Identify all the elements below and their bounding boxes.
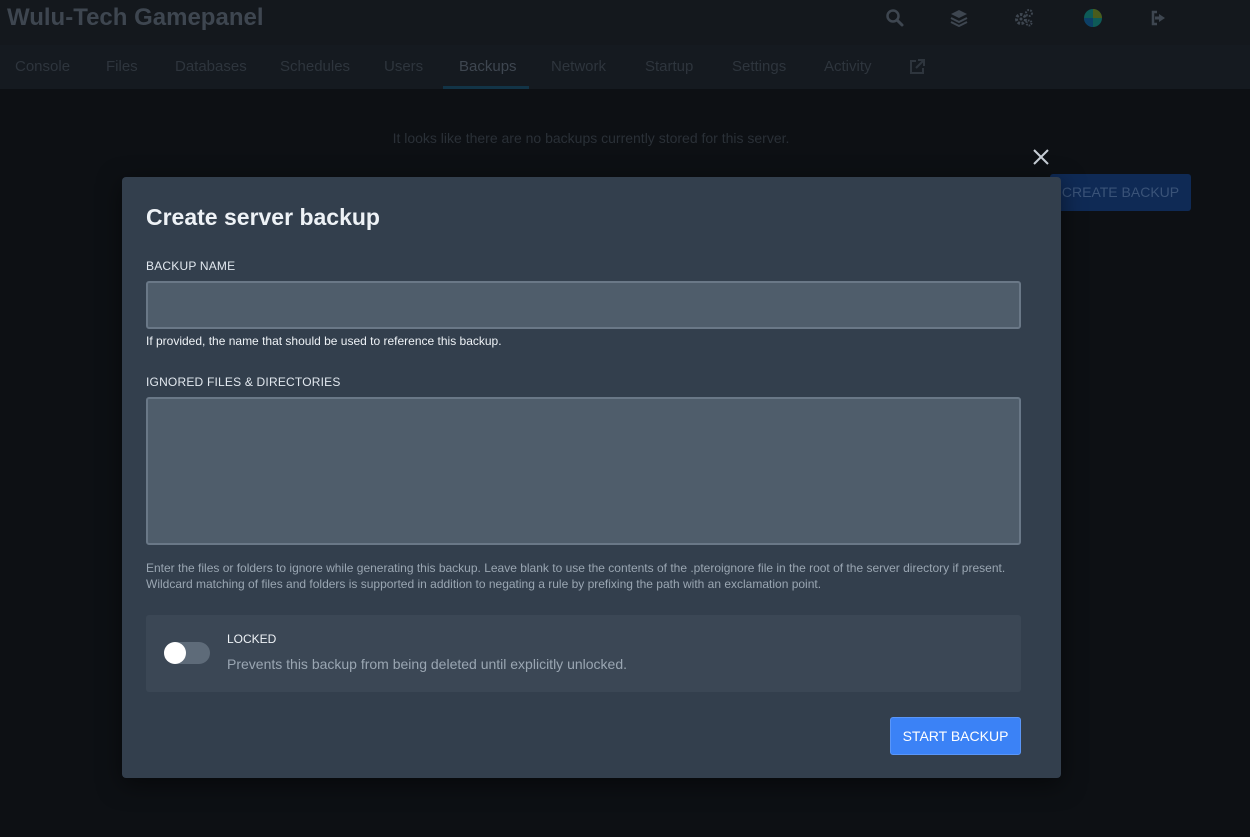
locked-toggle[interactable] [164, 642, 210, 664]
avatar[interactable] [1083, 8, 1103, 28]
ignored-files-textarea[interactable] [146, 397, 1021, 545]
empty-backups-message: It looks like there are no backups curre… [392, 130, 790, 146]
tab-startup[interactable]: Startup [645, 45, 693, 89]
close-icon[interactable] [1030, 146, 1052, 168]
locked-label: LOCKED [227, 632, 277, 646]
locked-description: Prevents this backup from being deleted … [227, 656, 627, 672]
tab-console[interactable]: Console [15, 45, 70, 89]
backup-name-label: BACKUP NAME [146, 259, 236, 273]
tab-settings[interactable]: Settings [732, 45, 786, 89]
tab-backups[interactable]: Backups [459, 45, 517, 89]
tab-activity[interactable]: Activity [824, 45, 872, 89]
cogs-icon[interactable] [1014, 8, 1034, 28]
layers-icon[interactable] [949, 8, 969, 28]
tab-databases[interactable]: Databases [175, 45, 247, 89]
tab-schedules[interactable]: Schedules [280, 45, 350, 89]
modal-title: Create server backup [146, 204, 380, 230]
sign-out-icon[interactable] [1149, 8, 1169, 28]
start-backup-button[interactable]: START BACKUP [890, 717, 1021, 755]
active-tab-indicator [443, 86, 529, 89]
tab-users[interactable]: Users [384, 45, 423, 89]
server-subnav: Console Files Databases Schedules Users … [0, 45, 1250, 89]
search-icon[interactable] [885, 8, 905, 28]
create-backup-modal: Create server backup BACKUP NAME If prov… [122, 177, 1061, 778]
create-backup-button[interactable]: CREATE BACKUP [1050, 174, 1191, 211]
ignored-files-label: IGNORED FILES & DIRECTORIES [146, 375, 341, 389]
locked-panel: LOCKED Prevents this backup from being d… [146, 615, 1021, 692]
tab-network[interactable]: Network [551, 45, 606, 89]
ignored-files-help: Enter the files or folders to ignore whi… [146, 561, 1006, 591]
top-bar: Wulu-Tech Gamepanel [0, 0, 1250, 45]
external-link-icon[interactable] [909, 58, 926, 75]
backup-name-help: If provided, the name that should be use… [146, 334, 502, 348]
tab-files[interactable]: Files [106, 45, 138, 89]
backup-name-input[interactable] [146, 281, 1021, 329]
toggle-knob [164, 642, 186, 664]
app-title[interactable]: Wulu-Tech Gamepanel [7, 4, 264, 32]
